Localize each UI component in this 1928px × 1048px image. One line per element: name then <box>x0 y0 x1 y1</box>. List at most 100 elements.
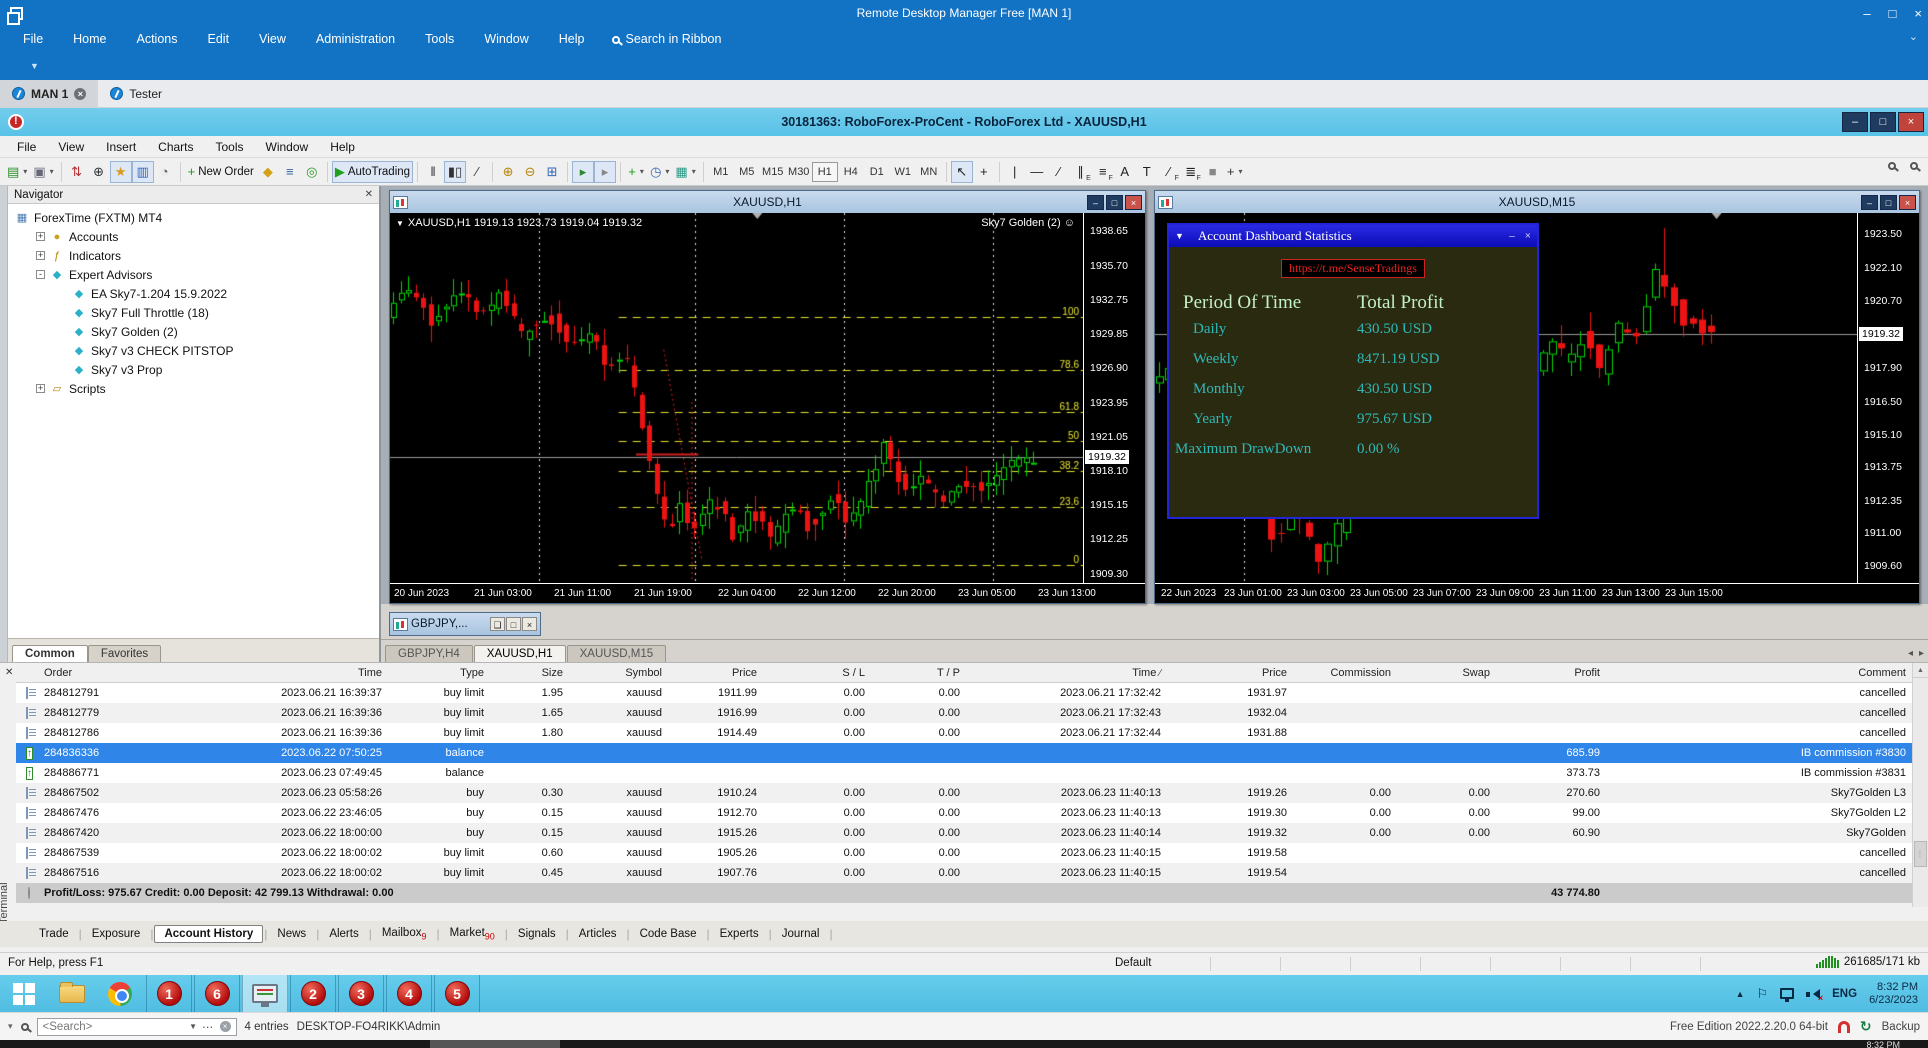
minwin-restore-button[interactable]: ❏ <box>490 617 505 631</box>
fibo-expansion-button[interactable]: ≣ F <box>1180 161 1202 183</box>
scroll-up-icon[interactable]: ▲ <box>1913 663 1928 678</box>
terminal-tab-account-history[interactable]: Account History <box>154 925 264 943</box>
table-row[interactable]: ↑ 284836336 2023.06.22 07:50:25 balance 685.… <box>16 743 1912 763</box>
navigator-item-sky7-v3-prop[interactable]: ◆ Sky7 v3 Prop <box>8 360 379 379</box>
terminal-button[interactable]: ▥ <box>131 160 154 183</box>
rdm-menu-edit[interactable]: Edit <box>193 26 245 53</box>
minwin-maximize-button[interactable]: □ <box>506 617 521 631</box>
search-clear-icon[interactable]: × <box>219 1021 231 1032</box>
chart1-minimize-button[interactable]: – <box>1087 194 1104 210</box>
tab-close-icon[interactable]: × <box>74 87 87 100</box>
search-dropdown-icon[interactable]: ▼ <box>189 1022 197 1031</box>
chart2-close-button[interactable]: × <box>1899 194 1916 210</box>
status-profile[interactable]: Default <box>1115 957 1315 969</box>
language-indicator[interactable]: ENG <box>1832 988 1857 1000</box>
tray-expand-icon[interactable]: ▲ <box>1736 989 1745 999</box>
mt4-restore-button[interactable]: □ <box>1870 112 1896 132</box>
cursor-button[interactable]: ↖ <box>950 160 973 183</box>
periods-button[interactable]: ◷ ▾ <box>647 161 672 183</box>
terminal-close-icon[interactable]: ✕ <box>5 667 13 678</box>
terminal-tab-market[interactable]: Market90 <box>441 925 504 943</box>
chart-tab-gbpjpy-h4[interactable]: GBPJPY,H4 <box>385 645 473 662</box>
column-header-symbol[interactable]: Symbol <box>569 667 668 679</box>
data-window-button[interactable]: ⊕ <box>88 161 110 183</box>
new-order-button[interactable]: + New Order <box>185 161 257 183</box>
vertical-line-button[interactable]: | <box>1004 161 1026 183</box>
fibonacci-button[interactable]: ≡ F <box>1092 161 1114 183</box>
chart1-close-button[interactable]: × <box>1125 194 1142 210</box>
chart1-time-axis[interactable]: 20 Jun 2023 21 Jun 03:00 21 Jun 11:00 21 Ju… <box>390 583 1145 603</box>
timeframe-m1[interactable]: M1 <box>708 162 734 182</box>
terminal-scrollbar[interactable]: ▲ ⋮ <box>1912 663 1928 907</box>
terminal-6-icon[interactable]: 6 <box>194 975 240 1012</box>
mt4-menu-view[interactable]: View <box>47 140 95 154</box>
timeframe-m15[interactable]: M15 <box>760 162 786 182</box>
timeframe-m5[interactable]: M5 <box>734 162 760 182</box>
chart1-price-scale[interactable]: 1938.65 1935.70 1932.75 1929.85 1926.90 1923.… <box>1083 213 1145 583</box>
timeframe-w1[interactable]: W1 <box>890 162 916 182</box>
table-row[interactable]: 284867539 2023.06.22 18:00:02 buy limit 0.6… <box>16 843 1912 863</box>
timeframe-h1[interactable]: H1 <box>811 161 838 182</box>
column-header-t-p[interactable]: T / P <box>871 667 966 679</box>
rdm-menu-actions[interactable]: Actions <box>122 26 193 53</box>
timeframe-mn[interactable]: MN <box>916 162 942 182</box>
navigator-button[interactable]: ★ <box>109 160 132 183</box>
minwin-close-button[interactable]: × <box>522 617 537 631</box>
market-watch-button[interactable]: ⇅ <box>66 161 88 183</box>
table-row[interactable]: 284812786 2023.06.21 16:39:36 buy limit 1.8… <box>16 723 1912 743</box>
auto-scroll-button[interactable]: ▸ <box>572 160 595 183</box>
monitor-app-icon[interactable] <box>242 975 288 1012</box>
bar-chart-button[interactable]: ‖ <box>422 161 444 183</box>
chart-tab-xauusd-m15[interactable]: XAUUSD,M15 <box>566 645 667 662</box>
table-row[interactable]: 284867516 2023.06.22 18:00:02 buy limit 0.4… <box>16 863 1912 883</box>
navigator-tab-common[interactable]: Common <box>12 645 88 662</box>
chart2-minimize-button[interactable]: – <box>1861 194 1878 210</box>
column-header-time[interactable]: Time <box>170 667 388 679</box>
rdm-maximize-button[interactable]: □ <box>1889 6 1897 21</box>
navigator-item-expert-advisors[interactable]: - ◆ Expert Advisors <box>8 265 379 284</box>
rdm-ribbon-pin-icon[interactable]: ▼ <box>30 61 39 71</box>
terminal-tab-signals[interactable]: Signals <box>509 926 565 942</box>
magnet-icon[interactable] <box>1837 1020 1850 1033</box>
column-header-swap[interactable]: Swap <box>1397 667 1496 679</box>
tree-expander-icon[interactable]: + <box>36 384 45 393</box>
mt4-minimize-button[interactable]: – <box>1842 112 1868 132</box>
navigator-item-indicators[interactable]: + ƒ Indicators <box>8 246 379 265</box>
column-header-time[interactable]: Time ∕ <box>966 667 1167 679</box>
chart1-maximize-button[interactable]: □ <box>1106 194 1123 210</box>
rdm-tab-tester[interactable]: Tester <box>98 80 174 107</box>
backup-icon[interactable]: ↻ <box>1860 1018 1872 1035</box>
column-header-type[interactable]: Type <box>388 667 490 679</box>
navigator-item-sky7-golden-2-[interactable]: ◆ Sky7 Golden (2) <box>8 322 379 341</box>
minimized-window-gbpjpy[interactable]: GBPJPY,... ❏ □ × <box>389 612 541 636</box>
channel-button[interactable]: ∥ E <box>1070 161 1092 183</box>
column-header-comment[interactable]: Comment <box>1606 667 1912 679</box>
chart1-ohlc-readout[interactable]: ▼ XAUUSD,H1 1919.13 1923.73 1919.04 1919.… <box>396 217 642 229</box>
profiles-button[interactable]: ▣ ▾ <box>30 161 56 183</box>
chart1-plot[interactable] <box>390 213 1083 583</box>
statusbar-expander-icon[interactable]: ▾ <box>8 1021 13 1032</box>
terminal-1-icon[interactable]: 1 <box>146 975 192 1012</box>
tree-expander-icon[interactable]: - <box>36 270 45 279</box>
mt4-menu-help[interactable]: Help <box>319 140 366 154</box>
autotrading-button[interactable]: ▶ AutoTrading <box>331 160 414 183</box>
indicators-button[interactable]: + ▾ <box>625 161 647 183</box>
timeframe-m30[interactable]: M30 <box>786 162 812 182</box>
dashboard-minimize-icon[interactable]: – <box>1509 230 1515 242</box>
navigator-item-sky7-full-throttle-18-[interactable]: ◆ Sky7 Full Throttle (18) <box>8 303 379 322</box>
mt4-menu-file[interactable]: File <box>6 140 47 154</box>
column-header-profit[interactable]: Profit <box>1496 667 1606 679</box>
rdm-menu-administration[interactable]: Administration <box>301 26 410 53</box>
chart-shift-button[interactable]: ▸ <box>594 160 617 183</box>
chart1-titlebar[interactable]: XAUUSD,H1 – □ × <box>390 191 1145 213</box>
mt4-close-button[interactable]: × <box>1898 112 1924 132</box>
column-header-commission[interactable]: Commission <box>1293 667 1397 679</box>
table-row[interactable]: 284812779 2023.06.21 16:39:36 buy limit 1.6… <box>16 703 1912 723</box>
start-button[interactable] <box>0 975 48 1012</box>
terminal-tab-alerts[interactable]: Alerts <box>320 926 367 942</box>
tile-windows-button[interactable]: ⊞ <box>541 161 563 183</box>
navigator-item-accounts[interactable]: + ● Accounts <box>8 227 379 246</box>
dashboard-link[interactable]: https://t.me/SenseTradings <box>1281 259 1425 278</box>
terminal-tab-code-base[interactable]: Code Base <box>631 926 706 942</box>
terminal-tab-exposure[interactable]: Exposure <box>83 926 150 942</box>
